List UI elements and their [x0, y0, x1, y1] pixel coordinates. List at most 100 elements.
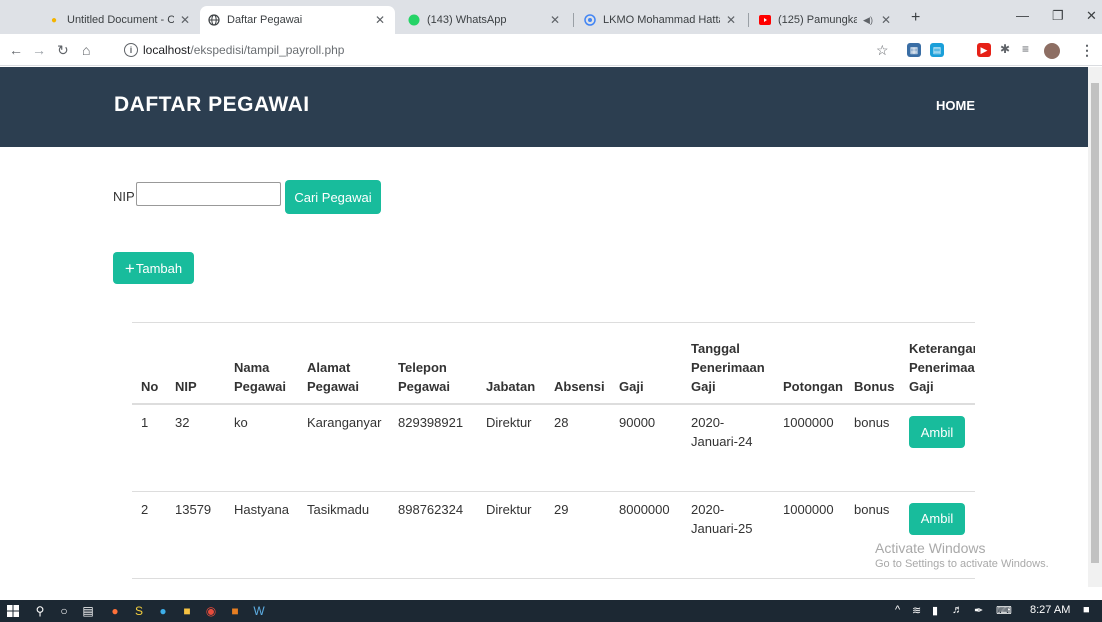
- youtube-icon: [759, 14, 771, 26]
- restore-icon[interactable]: ❐: [1052, 8, 1064, 24]
- tab-separator: [748, 13, 749, 27]
- browser-tab-bar: ● Untitled Document - Creately ✕ Daftar …: [0, 0, 1102, 34]
- cortana-icon[interactable]: ○: [56, 603, 72, 619]
- cell-no: 2: [132, 491, 166, 579]
- navbar: DAFTAR PEGAWAI HOME: [0, 67, 1088, 147]
- cell-telepon: 829398921: [389, 404, 477, 492]
- tab-creately[interactable]: ● Untitled Document - Creately ✕: [40, 6, 200, 34]
- pen-icon[interactable]: ✒: [974, 604, 983, 617]
- column-header: Nama Pegawai: [225, 323, 298, 405]
- column-header: Bonus: [845, 323, 900, 405]
- tray-chevron-icon[interactable]: ^: [895, 604, 900, 616]
- cell-absensi: 28: [545, 404, 610, 492]
- cell-tanggal: 2020-Januari-25: [682, 491, 774, 579]
- close-icon[interactable]: ✕: [879, 13, 893, 27]
- tab-title: Untitled Document - Creately: [67, 14, 174, 26]
- keyboard-icon[interactable]: ⌨: [996, 604, 1012, 617]
- tab-daftar-pegawai[interactable]: Daftar Pegawai ✕: [200, 6, 395, 34]
- home-link[interactable]: HOME: [936, 98, 975, 113]
- windows-taskbar: ⚲ ○ ▤ ● S ● ■ ◉ ■ W ^ ≋ ▮ ♬ ✒ ⌨ 8:27 AM …: [0, 600, 1102, 622]
- cell-absensi: 29: [545, 491, 610, 579]
- tab-separator: [573, 13, 574, 27]
- page-content: DAFTAR PEGAWAI HOME NIP Cari Pegawai + T…: [0, 67, 1088, 587]
- edge-icon[interactable]: ●: [155, 603, 171, 619]
- new-tab-icon[interactable]: +: [911, 9, 920, 27]
- column-header: NIP: [166, 323, 225, 405]
- star-icon[interactable]: ☆: [876, 42, 889, 59]
- scrollbar-thumb[interactable]: [1091, 83, 1099, 563]
- cell-alamat: Karanganyar: [298, 404, 389, 492]
- cell-gaji: 90000: [610, 404, 682, 492]
- column-header: No: [132, 323, 166, 405]
- watermark-title: Activate Windows: [875, 540, 986, 556]
- speaker-icon: ◀): [863, 14, 873, 25]
- cell-keterangan: Ambil: [900, 404, 975, 492]
- nip-input[interactable]: [136, 182, 281, 206]
- close-icon[interactable]: ✕: [548, 13, 562, 27]
- clock[interactable]: 8:27 AM: [1030, 604, 1070, 616]
- word-icon[interactable]: W: [251, 603, 267, 619]
- cell-no: 1: [132, 404, 166, 492]
- search-employee-button[interactable]: Cari Pegawai: [285, 180, 381, 214]
- avatar[interactable]: [1044, 43, 1060, 59]
- battery-icon[interactable]: ▮: [932, 604, 938, 617]
- task-view-icon[interactable]: ▤: [80, 603, 96, 619]
- extension-icon[interactable]: ▦: [907, 43, 921, 57]
- extension-icon[interactable]: ▤: [930, 43, 944, 57]
- tab-title: LKMO Mohammad Hatta by Jo: [603, 14, 720, 26]
- url-field[interactable]: i localhost/ekspedisi/tampil_payroll.php: [124, 38, 904, 62]
- file-explorer-icon[interactable]: ■: [179, 603, 195, 619]
- cell-potongan: 1000000: [774, 404, 845, 492]
- back-icon[interactable]: ←: [9, 42, 23, 58]
- minimize-icon[interactable]: —: [1016, 8, 1029, 23]
- globe-icon: [584, 14, 596, 26]
- close-icon[interactable]: ✕: [178, 13, 192, 27]
- cell-potongan: 1000000: [774, 491, 845, 579]
- chrome-icon[interactable]: ◉: [203, 603, 219, 619]
- search-icon[interactable]: ⚲: [32, 603, 48, 619]
- info-icon[interactable]: i: [124, 43, 138, 57]
- url-path: /ekspedisi/tampil_payroll.php: [190, 43, 345, 57]
- add-employee-button[interactable]: + Tambah: [113, 252, 194, 284]
- cell-telepon: 898762324: [389, 491, 477, 579]
- notification-icon[interactable]: ■: [1083, 604, 1090, 616]
- volume-icon[interactable]: ♬: [952, 604, 963, 616]
- extension-icon[interactable]: ▶: [977, 43, 991, 57]
- add-button-label: Tambah: [135, 260, 183, 276]
- column-header: Alamat Pegawai: [298, 323, 389, 405]
- column-header: Absensi: [545, 323, 610, 405]
- page-title[interactable]: DAFTAR PEGAWAI: [114, 93, 310, 117]
- window-close-icon[interactable]: ✕: [1086, 8, 1097, 24]
- reload-icon[interactable]: ↻: [57, 42, 69, 59]
- network-icon[interactable]: ≋: [912, 604, 921, 617]
- xampp-icon[interactable]: ■: [227, 603, 243, 619]
- tab-title: (143) WhatsApp: [427, 14, 507, 26]
- tab-whatsapp[interactable]: (143) WhatsApp ✕: [400, 6, 570, 34]
- activate-windows-watermark: Activate Windows Go to Settings to activ…: [875, 540, 1049, 570]
- vertical-scrollbar[interactable]: [1088, 67, 1102, 587]
- tab-youtube[interactable]: (125) Pamungkas - Best of ◀) ✕: [751, 6, 901, 34]
- whatsapp-icon: [408, 14, 420, 26]
- ambil-button[interactable]: Ambil: [909, 416, 965, 448]
- home-icon[interactable]: ⌂: [82, 42, 90, 58]
- close-icon[interactable]: ✕: [373, 13, 387, 27]
- sublime-icon[interactable]: S: [131, 603, 147, 619]
- cell-nama: Hastyana: [225, 491, 298, 579]
- globe-icon: [208, 14, 220, 26]
- ambil-button[interactable]: Ambil: [909, 502, 965, 535]
- menu-icon[interactable]: ⋮: [1080, 42, 1094, 59]
- close-icon[interactable]: ✕: [724, 13, 738, 27]
- cell-nama: ko: [225, 404, 298, 492]
- windows-start-icon[interactable]: [5, 603, 21, 619]
- cell-nip: 13579: [166, 491, 225, 579]
- forward-icon[interactable]: →: [32, 42, 46, 58]
- firefox-icon[interactable]: ●: [107, 603, 123, 619]
- column-header: Jabatan: [477, 323, 545, 405]
- playlist-icon[interactable]: ≡: [1022, 42, 1029, 56]
- column-header: Telepon Pegawai: [389, 323, 477, 405]
- puzzle-icon[interactable]: ✱: [1000, 42, 1010, 56]
- cell-gaji: 8000000: [610, 491, 682, 579]
- table-header-row: No NIP Nama Pegawai Alamat Pegawai Telep…: [132, 323, 975, 405]
- tab-lkmo[interactable]: LKMO Mohammad Hatta by Jo ✕: [576, 6, 746, 34]
- column-header: Keterangan Penerimaan Gaji: [900, 323, 975, 405]
